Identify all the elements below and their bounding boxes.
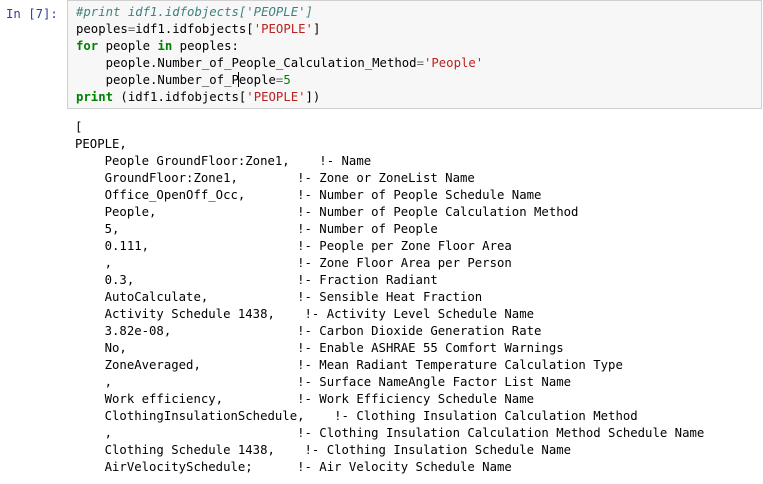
code-token: (idf1.idfobjects[	[113, 90, 247, 104]
output-line: , !- Surface NameAngle Factor List Name	[75, 375, 572, 389]
code-token: people.Number_of_People_Calculation_Meth…	[76, 56, 417, 70]
code-token: peoples	[76, 22, 128, 36]
output-line: Office_OpenOff_Occ, !- Number of People …	[75, 188, 542, 202]
output-line: 3.82e-08, !- Carbon Dioxide Generation R…	[75, 324, 542, 338]
code-line: people.Number_of_People_Calculation_Meth…	[76, 55, 484, 72]
code-token: peoples:	[172, 39, 239, 53]
code-token: people	[98, 39, 158, 53]
output-line: 0.3, !- Fraction Radiant	[75, 273, 438, 287]
code-token: 'People'	[423, 56, 484, 70]
output-line: Activity Schedule 1438, !- Activity Leve…	[75, 307, 535, 321]
output-line: People GroundFloor:Zone1, !- Name	[75, 154, 372, 168]
code-token: people.Number_of_P	[76, 73, 239, 87]
output-line: 5, !- Number of People	[75, 222, 438, 236]
code-token: ])	[305, 90, 321, 104]
code-token: #print idf1.idfobjects['PEOPLE']	[76, 5, 313, 19]
output-line: Clothing Schedule 1438, !- Clothing Insu…	[75, 443, 572, 457]
code-token: print	[76, 90, 114, 104]
code-line: peoples=idf1.idfobjects['PEOPLE']	[76, 21, 483, 38]
output-line: PEOPLE,	[75, 137, 127, 151]
code-token: =	[416, 56, 424, 70]
output-line: ZoneAveraged, !- Mean Radiant Temperatur…	[75, 358, 623, 372]
output-line: , !- Zone Floor Area per Person	[75, 256, 512, 270]
code-token: eople	[238, 73, 276, 87]
code-line: people.Number_of_People=5	[76, 72, 483, 89]
code-token: in	[157, 39, 173, 53]
output-line: AirVelocitySchedule; !- Air Velocity Sch…	[75, 460, 512, 474]
output-line: 0.111, !- People per Zone Floor Area	[75, 239, 512, 253]
output-line: Work efficiency, !- Work Efficiency Sche…	[75, 392, 535, 406]
output-line: GroundFloor:Zone1, !- Zone or ZoneList N…	[75, 171, 475, 185]
output-line: People, !- Number of People Calculation …	[75, 205, 579, 219]
output-line: ClothingInsulationSchedule, !- Clothing …	[75, 409, 638, 423]
code-line: #print idf1.idfobjects['PEOPLE']	[76, 4, 483, 21]
output-line: No, !- Enable ASHRAE 55 Comfort Warnings	[75, 341, 564, 355]
code-token: 'PEOPLE'	[246, 90, 306, 104]
code-token: 'PEOPLE'	[253, 22, 313, 36]
output-line: AutoCalculate, !- Sensible Heat Fraction	[75, 290, 483, 304]
code-line: for people in peoples:	[76, 38, 483, 55]
output-line: , !- Clothing Insulation Calculation Met…	[75, 426, 705, 440]
cell-prompt: In [7]:	[6, 7, 58, 21]
code-token: ]	[312, 22, 321, 36]
code-cell-editor[interactable]: #print idf1.idfobjects['PEOPLE'] peoples=…	[67, 0, 762, 109]
code-token: 5	[283, 73, 291, 87]
code-token: for	[76, 39, 99, 53]
code-line: print (idf1.idfobjects['PEOPLE'])	[76, 89, 483, 106]
cell-output: [ PEOPLE, People GroundFloor:Zone1, !- Na…	[75, 119, 704, 476]
code-block[interactable]: #print idf1.idfobjects['PEOPLE'] peoples=…	[76, 4, 483, 106]
output-line: [	[75, 120, 83, 134]
code-token: idf1.idfobjects[	[135, 22, 254, 36]
